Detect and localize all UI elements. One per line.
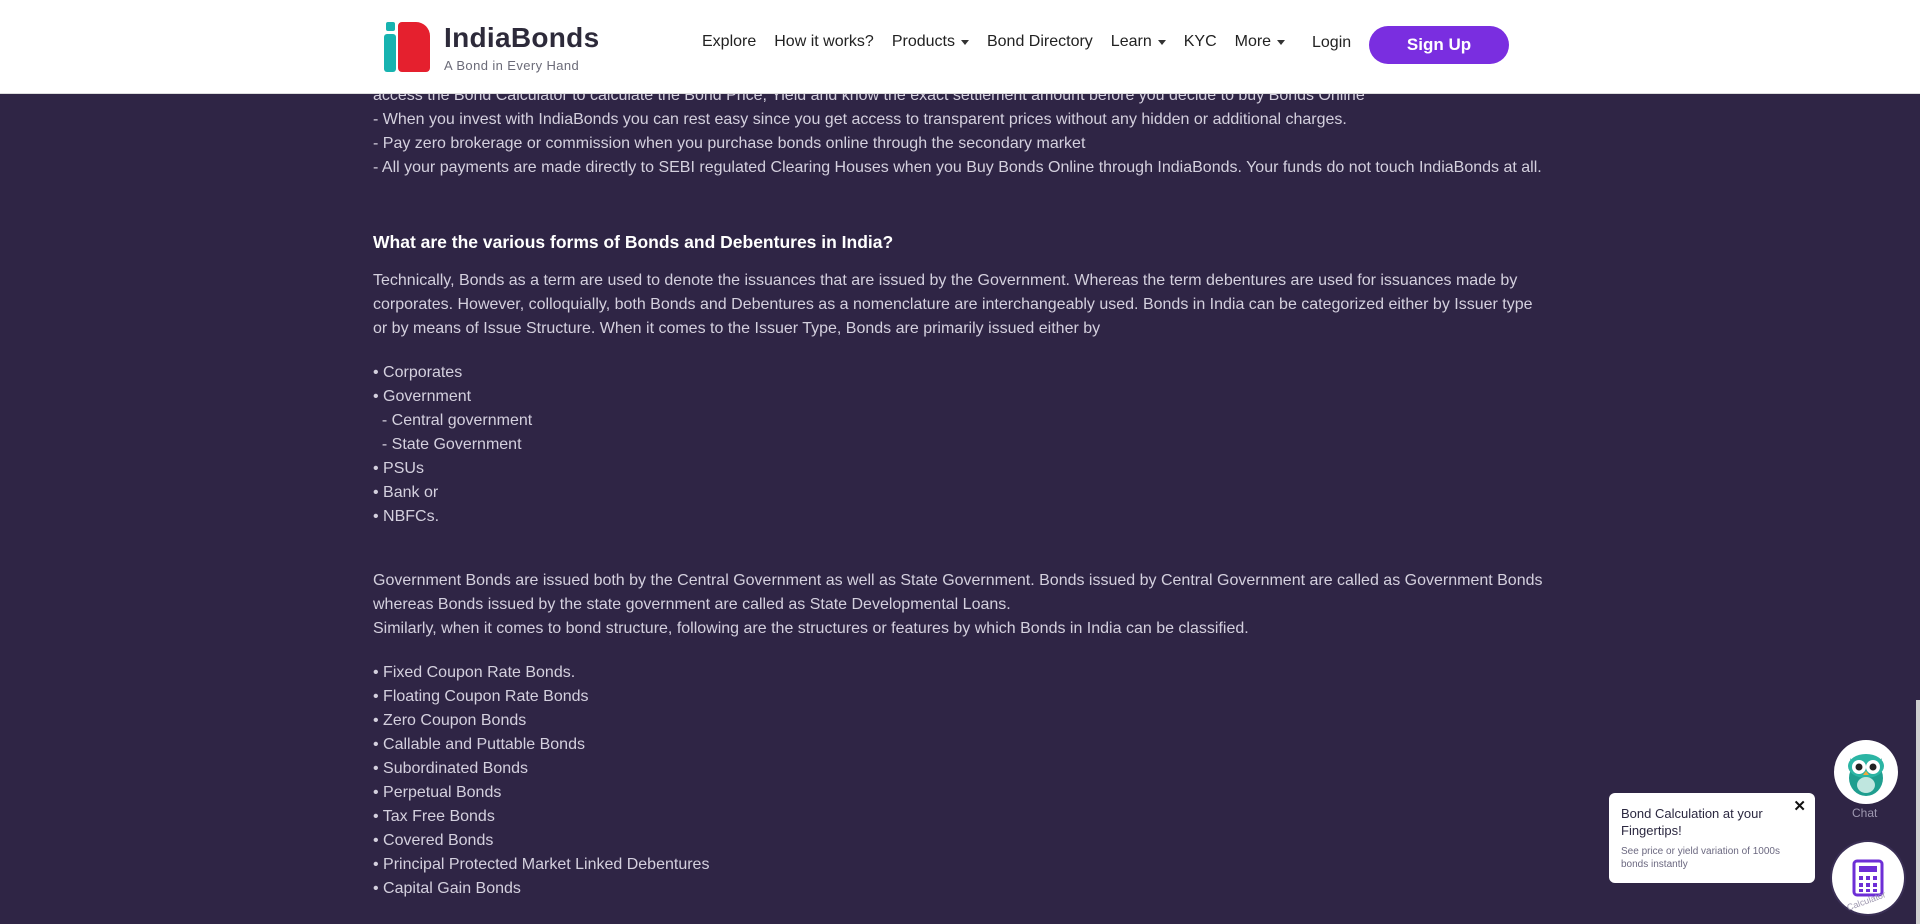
nav-item-explore[interactable]: Explore bbox=[702, 33, 756, 51]
close-icon[interactable]: ✕ bbox=[1793, 797, 1806, 815]
bond-structure-list: • Fixed Coupon Rate Bonds. • Floating Cou… bbox=[373, 661, 1543, 901]
list-item: • Capital Gain Bonds bbox=[373, 880, 521, 897]
list-item: • Corporates bbox=[373, 364, 463, 381]
brand-tagline: A Bond in Every Hand bbox=[444, 57, 580, 73]
nav-item-more[interactable]: More bbox=[1234, 33, 1286, 51]
list-item: • Tax Free Bonds bbox=[373, 808, 495, 825]
nav-item-bond-directory[interactable]: Bond Directory bbox=[987, 33, 1093, 51]
list-item: - State Government bbox=[373, 436, 522, 453]
list-item: • PSUs bbox=[373, 460, 424, 477]
list-item: • Bank or bbox=[373, 484, 439, 501]
list-item: • Subordinated Bonds bbox=[373, 760, 529, 777]
list-item: • Fixed Coupon Rate Bonds. bbox=[373, 664, 576, 681]
paragraph-issuer-intro: Technically, Bonds as a term are used to… bbox=[373, 272, 1533, 337]
list-item: • Government bbox=[373, 388, 472, 405]
list-item: • NBFCs. bbox=[373, 508, 440, 525]
login-link[interactable]: Login bbox=[1312, 34, 1351, 52]
caret-down-icon bbox=[1157, 39, 1166, 45]
signup-button[interactable]: Sign Up bbox=[1369, 26, 1509, 64]
logo[interactable]: IndiaBonds A Bond in Every Hand bbox=[384, 20, 599, 74]
nav-item-products[interactable]: Products bbox=[892, 33, 969, 51]
caret-down-icon bbox=[1277, 39, 1286, 45]
scrollbar[interactable] bbox=[1916, 700, 1920, 924]
brand-name: IndiaBonds bbox=[444, 21, 600, 53]
nav-label: Products bbox=[891, 33, 955, 50]
nav-label: KYC bbox=[1183, 33, 1217, 50]
issuer-type-list: • Corporates • Government - Central gover… bbox=[373, 361, 1543, 529]
nav-label: How it works? bbox=[774, 33, 874, 50]
nav-label: More bbox=[1234, 33, 1272, 50]
list-item: • Zero Coupon Bonds bbox=[373, 712, 527, 729]
calculator-tooltip: ✕ Bond Calculation at your Fingertips! S… bbox=[1609, 793, 1815, 883]
section-heading: What are the various forms of Bonds and … bbox=[373, 232, 894, 252]
list-item: • Covered Bonds bbox=[373, 832, 494, 849]
tooltip-title: Bond Calculation at your Fingertips! bbox=[1621, 806, 1763, 838]
site-header: IndiaBonds A Bond in Every Hand Explore H… bbox=[0, 0, 1920, 94]
chat-owl-button[interactable] bbox=[1834, 740, 1898, 804]
main-nav: Explore How it works? Products Bond Directo… bbox=[702, 33, 1303, 51]
nav-label: Learn bbox=[1110, 33, 1152, 50]
chat-label: Chat bbox=[1852, 806, 1878, 820]
nav-item-learn[interactable]: Learn bbox=[1111, 33, 1166, 51]
list-item: • Callable and Puttable Bonds bbox=[373, 736, 585, 753]
nav-label: Explore bbox=[702, 33, 757, 50]
list-item: - Central government bbox=[373, 412, 533, 429]
caret-down-icon bbox=[960, 39, 969, 45]
indiabonds-logo-icon bbox=[384, 20, 432, 74]
article-content: access the Bond Calculator to calculate … bbox=[373, 84, 1543, 901]
tooltip-subtitle: See price or yield variation of 1000s bo… bbox=[1621, 846, 1780, 870]
list-item: • Principal Protected Market Linked Debe… bbox=[373, 856, 710, 873]
nav-item-how-it-works[interactable]: How it works? bbox=[774, 33, 874, 51]
list-item: • Perpetual Bonds bbox=[373, 784, 502, 801]
intro-line: - Pay zero brokerage or commission when … bbox=[373, 135, 1086, 152]
owl-icon bbox=[1848, 754, 1884, 796]
paragraph-government-bonds: Government Bonds are issued both by the … bbox=[373, 572, 1543, 613]
nav-item-kyc[interactable]: KYC bbox=[1184, 33, 1217, 51]
intro-line: - When you invest with IndiaBonds you ca… bbox=[373, 111, 1347, 128]
intro-text: access the Bond Calculator to calculate … bbox=[373, 84, 1543, 180]
intro-line: - All your payments are made directly to… bbox=[373, 159, 1542, 176]
list-item: • Floating Coupon Rate Bonds bbox=[373, 688, 589, 705]
nav-label: Bond Directory bbox=[986, 33, 1093, 50]
paragraph-structure-intro: Similarly, when it comes to bond structu… bbox=[373, 620, 1249, 637]
